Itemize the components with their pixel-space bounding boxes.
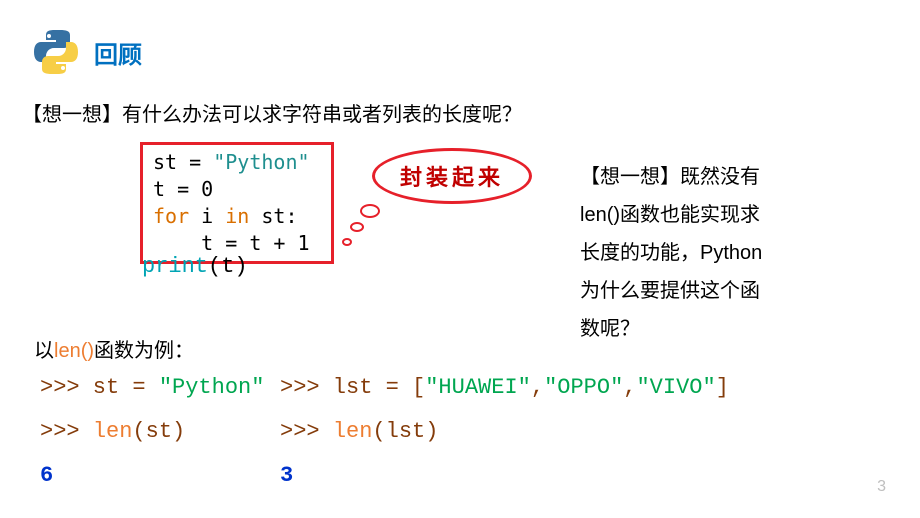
repl-r-1f: "VIVO"	[636, 375, 715, 400]
code-l2: t = 0	[153, 177, 213, 201]
side-question: 【想一想】既然没有 len()函数也能实现求 长度的功能，Python 为什么要…	[580, 158, 880, 348]
print-line: print(t)	[142, 254, 248, 279]
bubble-dot-icon	[342, 238, 352, 246]
repl-left: >>> st = "Python" >>> len(st) 6	[40, 366, 264, 498]
code-l3-st: st:	[249, 204, 297, 228]
repl-right: >>> lst = ["HUAWEI","OPPO","VIVO"] >>> l…	[280, 366, 729, 498]
page-number: 3	[877, 478, 886, 496]
example-label: 以len()函数为例：	[34, 334, 194, 363]
side-t2: len()函数也能实现求	[580, 196, 880, 234]
ex-b: len()	[54, 340, 94, 362]
question-1-label: 【想一想】	[22, 104, 122, 126]
side-t4: 为什么要提供这个函	[580, 272, 880, 310]
repl-r-2b: len	[333, 419, 373, 444]
repl-l-3: 6	[40, 463, 53, 488]
question-1: 【想一想】有什么办法可以求字符串或者列表的长度呢？	[0, 76, 920, 127]
side-t5: 数呢？	[580, 310, 880, 348]
thought-bubble: 封装起来	[372, 148, 532, 204]
code-l3-in: in	[225, 204, 249, 228]
code-box: st = "Python" t = 0 for i in st: t = t +…	[140, 142, 334, 264]
repl-l-2c: (st)	[132, 419, 185, 444]
code-l3-i: i	[189, 204, 225, 228]
repl-r-2c: (lst)	[372, 419, 438, 444]
print-fn: print	[142, 254, 208, 279]
slide-title: 回顾	[94, 35, 142, 70]
bubble-dot-icon	[350, 222, 364, 232]
question-1-text: 有什么办法可以求字符串或者列表的长度呢？	[122, 104, 522, 126]
code-l1-a: st =	[153, 150, 213, 174]
side-label: 【想一想】	[580, 166, 680, 188]
side-t3: 长度的功能，Python	[580, 234, 880, 272]
repl-r-1g: ]	[716, 375, 729, 400]
repl-l-1b: "Python"	[159, 375, 265, 400]
repl-r-1b: "HUAWEI"	[425, 375, 531, 400]
code-l3-for: for	[153, 204, 189, 228]
side-t1: 既然没有	[680, 166, 760, 188]
ex-c: 函数为例：	[94, 340, 194, 362]
repl-r-1a: >>> lst = [	[280, 375, 425, 400]
bubble-dot-icon	[360, 204, 380, 218]
repl-l-1a: >>> st =	[40, 375, 159, 400]
repl-l-2a: >>>	[40, 419, 93, 444]
code-l1-b: "Python"	[213, 150, 309, 174]
repl-r-3: 3	[280, 463, 293, 488]
repl-r-1c: ,	[531, 375, 544, 400]
python-logo-icon	[32, 28, 80, 76]
code-l4: t = t + 1	[153, 231, 310, 255]
ex-a: 以	[34, 340, 54, 362]
repl-r-2a: >>>	[280, 419, 333, 444]
repl-r-1e: ,	[623, 375, 636, 400]
thought-text: 封装起来	[400, 160, 504, 192]
repl-l-2b: len	[93, 419, 133, 444]
print-arg: (t)	[208, 254, 248, 279]
repl-r-1d: "OPPO"	[544, 375, 623, 400]
